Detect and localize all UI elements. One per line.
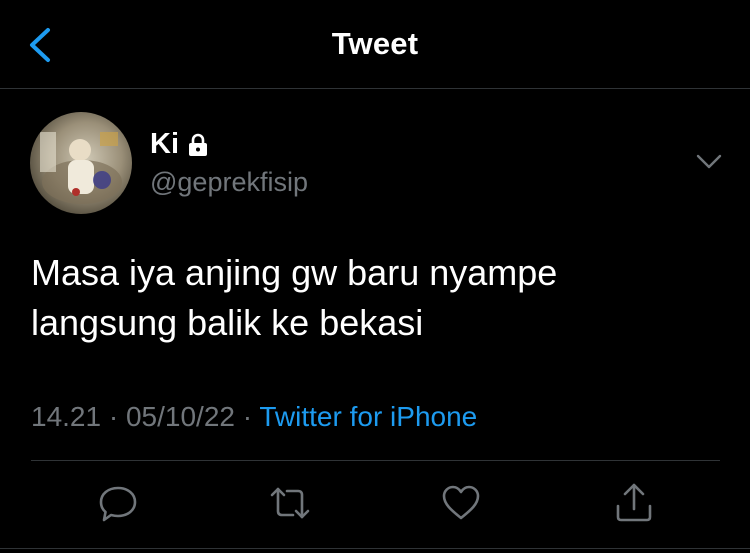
tweet-meta: 14.21 · 05/10/22 · Twitter for iPhone: [31, 401, 477, 433]
share-icon[interactable]: [612, 480, 656, 526]
divider: [0, 548, 750, 549]
action-bar: [0, 480, 750, 530]
lock-icon: [189, 133, 207, 156]
meta-separator: ·: [242, 401, 253, 432]
page-title: Tweet: [331, 26, 419, 61]
avatar[interactable]: [30, 112, 132, 214]
author-name[interactable]: Ki: [150, 128, 179, 161]
tweet-time: 14.21: [31, 401, 102, 432]
tweet-date: 05/10/22: [125, 401, 235, 432]
tweet-source-link[interactable]: Twitter for iPhone: [259, 401, 477, 432]
tweet-text-line: langsung balik ke bekasi: [31, 302, 424, 343]
reply-icon[interactable]: [96, 480, 140, 526]
avatar-photo: [40, 132, 122, 204]
retweet-icon[interactable]: [268, 480, 312, 526]
top-bar: Tweet: [0, 0, 750, 89]
divider: [31, 460, 720, 461]
meta-separator: ·: [108, 401, 119, 432]
author-handle[interactable]: @geprekfisip: [150, 167, 308, 198]
tweet-text: Masa iya anjing gw baru nyampe langsung …: [31, 248, 711, 348]
author-name-row[interactable]: Ki: [150, 128, 209, 161]
tweet-text-line: Masa iya anjing gw baru nyampe: [31, 252, 558, 293]
like-icon[interactable]: [439, 480, 483, 526]
chevron-down-icon[interactable]: [694, 152, 724, 172]
